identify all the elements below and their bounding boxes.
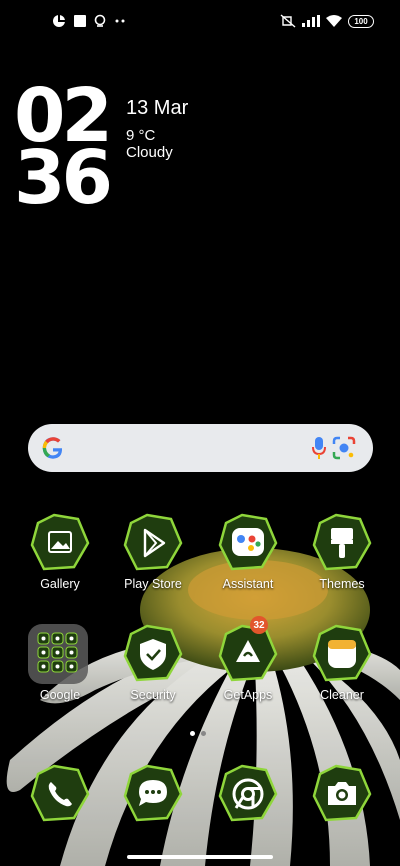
wifi-icon [326, 15, 342, 27]
app-play-store[interactable]: Play Store [113, 513, 193, 609]
app-label: Google [39, 688, 81, 702]
app-themes[interactable]: Themes [302, 513, 382, 609]
shield-icon [123, 624, 183, 682]
app-label: Security [130, 688, 176, 702]
app-label: Themes [319, 577, 365, 591]
weather-temperature: 9 °C [126, 127, 156, 144]
messages-icon [123, 764, 183, 822]
page-dot-active [190, 731, 195, 736]
more-dots-icon [115, 19, 125, 23]
battery-level: 100 [354, 16, 368, 26]
mute-vibrate-icon [280, 14, 296, 28]
cleaner-icon [312, 624, 372, 682]
clock-widget[interactable]: 02 36 [14, 79, 124, 221]
chrome-icon [218, 764, 278, 822]
app-security[interactable]: Security [113, 624, 193, 720]
camera-icon [312, 764, 372, 822]
app-label: GetApps [223, 688, 273, 702]
app-label: Gallery [40, 577, 80, 591]
location-icon [94, 14, 106, 27]
status-bar: 100 [0, 0, 400, 44]
page-indicator[interactable] [190, 731, 206, 736]
signal-icon [302, 15, 320, 27]
app-getapps[interactable]: 32 GetApps [208, 616, 288, 720]
app-label: Assistant [222, 577, 274, 591]
dock-camera[interactable] [302, 764, 382, 860]
navigation-handle[interactable] [127, 855, 273, 859]
app-google-folder[interactable]: Google [20, 624, 100, 720]
dock-chrome[interactable] [208, 764, 288, 860]
dock-phone[interactable] [20, 764, 100, 860]
square-icon [74, 15, 86, 27]
clock-minute: 36 [14, 135, 113, 221]
notification-icon [53, 15, 65, 27]
dock-messages[interactable] [113, 764, 193, 860]
app-assistant[interactable]: Assistant [208, 513, 288, 609]
gallery-icon [30, 513, 90, 571]
app-label: Play Store [124, 577, 182, 591]
app-gallery[interactable]: Gallery [20, 513, 100, 609]
page-dot [201, 731, 206, 736]
app-label: Cleaner [320, 688, 364, 702]
app-cleaner[interactable]: Cleaner [302, 624, 382, 720]
folder-icon [28, 624, 88, 684]
google-lens-icon[interactable] [332, 436, 356, 460]
weather-condition: Cloudy [126, 144, 173, 161]
notification-badge: 32 [250, 616, 268, 634]
microphone-icon[interactable] [312, 436, 326, 460]
paint-brush-icon [312, 513, 372, 571]
assistant-icon [218, 513, 278, 571]
phone-icon [30, 764, 90, 822]
google-g-icon [42, 437, 63, 459]
getapps-icon [218, 624, 278, 682]
weather-widget[interactable]: 13 Mar 9 °C Cloudy [126, 96, 188, 161]
play-store-icon [123, 513, 183, 571]
clock-date: 13 Mar [126, 97, 189, 119]
google-search-bar[interactable] [28, 424, 373, 472]
battery-icon: 100 [348, 14, 374, 28]
